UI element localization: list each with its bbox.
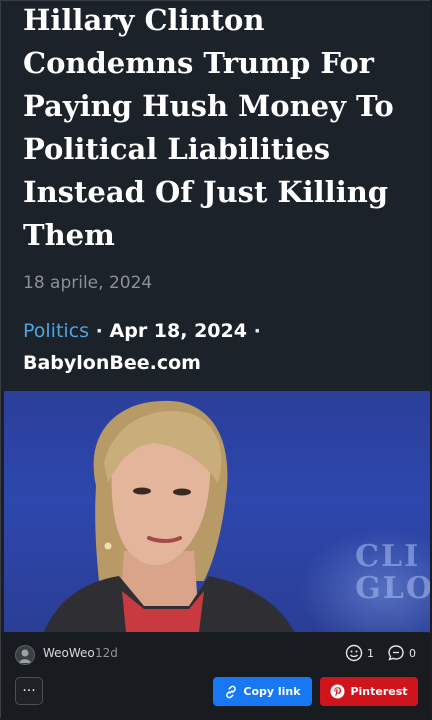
article-preview[interactable]: Hillary Clinton Condemns Trump For Payin… (1, 1, 431, 391)
reactions-count: 1 (367, 646, 374, 660)
copy-link-button[interactable]: Copy link (213, 677, 312, 706)
comments-button[interactable]: 0 (387, 642, 416, 664)
article-photo[interactable]: CLI GLO (4, 391, 430, 632)
published-date: Apr 18, 2024 (109, 320, 247, 342)
article-date: 18 aprile, 2024 (23, 273, 153, 293)
smiley-icon (345, 644, 363, 662)
pinterest-share-button[interactable]: Pinterest (320, 677, 418, 706)
more-options-button[interactable]: ··· (15, 677, 43, 705)
pinterest-label: Pinterest (350, 685, 408, 698)
photo-backdrop-text: CLI GLO (355, 541, 430, 605)
category-link[interactable]: Politics (23, 320, 89, 342)
link-icon (226, 685, 237, 698)
meta-separator: · (253, 320, 261, 342)
backdrop-line: GLO (355, 571, 430, 606)
article-headline[interactable]: Hillary Clinton Condemns Trump For Payin… (23, 0, 418, 257)
avatar[interactable] (15, 645, 35, 665)
article-meta: Politics · Apr 18, 2024 · BabylonBee.com (23, 315, 403, 379)
post-age: 12d (95, 646, 118, 660)
avatar-icon (19, 649, 31, 663)
source-domain: BabylonBee.com (23, 352, 201, 374)
username-link[interactable]: WeoWeo (43, 646, 95, 660)
comments-count: 0 (409, 646, 416, 660)
post-card: Hillary Clinton Condemns Trump For Payin… (0, 0, 431, 719)
comment-bubble-icon (388, 645, 404, 661)
meta-separator: · (95, 320, 103, 342)
pinterest-icon (330, 684, 345, 699)
reactions-button[interactable]: 1 (345, 642, 374, 664)
copy-link-label: Copy link (243, 685, 301, 698)
post-footer: WeoWeo 12d 1 0 ··· Copy link Pinterest (1, 633, 431, 719)
backdrop-line: CLI (355, 539, 421, 574)
